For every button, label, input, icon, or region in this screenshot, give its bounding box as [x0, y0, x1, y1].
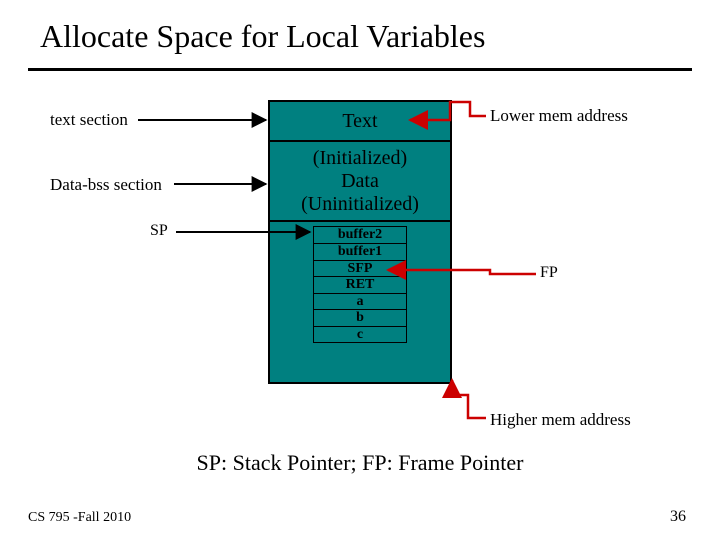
title-rule — [28, 68, 692, 71]
stack-buffer2: buffer2 — [314, 227, 407, 244]
label-text-section: text section — [50, 110, 128, 130]
segment-data: (Initialized) Data (Uninitialized) — [270, 142, 450, 222]
label-fp: FP — [540, 264, 558, 282]
caption: SP: Stack Pointer; FP: Frame Pointer — [0, 450, 720, 476]
label-sp: SP — [150, 222, 168, 240]
arrow-higher-addr — [452, 380, 486, 418]
stack-sfp: SFP — [314, 261, 407, 277]
label-data-section: Data-bss section — [50, 175, 162, 195]
label-lower-addr: Lower mem address — [490, 106, 628, 126]
segment-text: Text — [270, 102, 450, 142]
stack-ret: RET — [314, 277, 407, 293]
stack-b: b — [314, 310, 407, 326]
memory-column: Text (Initialized) Data (Uninitialized) … — [268, 100, 452, 384]
stack-frame-table: buffer2 buffer1 SFP RET a b c — [313, 226, 407, 343]
label-higher-addr: Higher mem address — [490, 410, 631, 430]
footer-page: 36 — [670, 508, 686, 526]
stack-buffer1: buffer1 — [314, 244, 407, 261]
footer-course: CS 795 -Fall 2010 — [28, 510, 131, 526]
segment-stack: buffer2 buffer1 SFP RET a b c — [270, 222, 450, 382]
slide-title: Allocate Space for Local Variables — [40, 18, 485, 55]
stack-c: c — [314, 326, 407, 342]
stack-a: a — [314, 293, 407, 309]
